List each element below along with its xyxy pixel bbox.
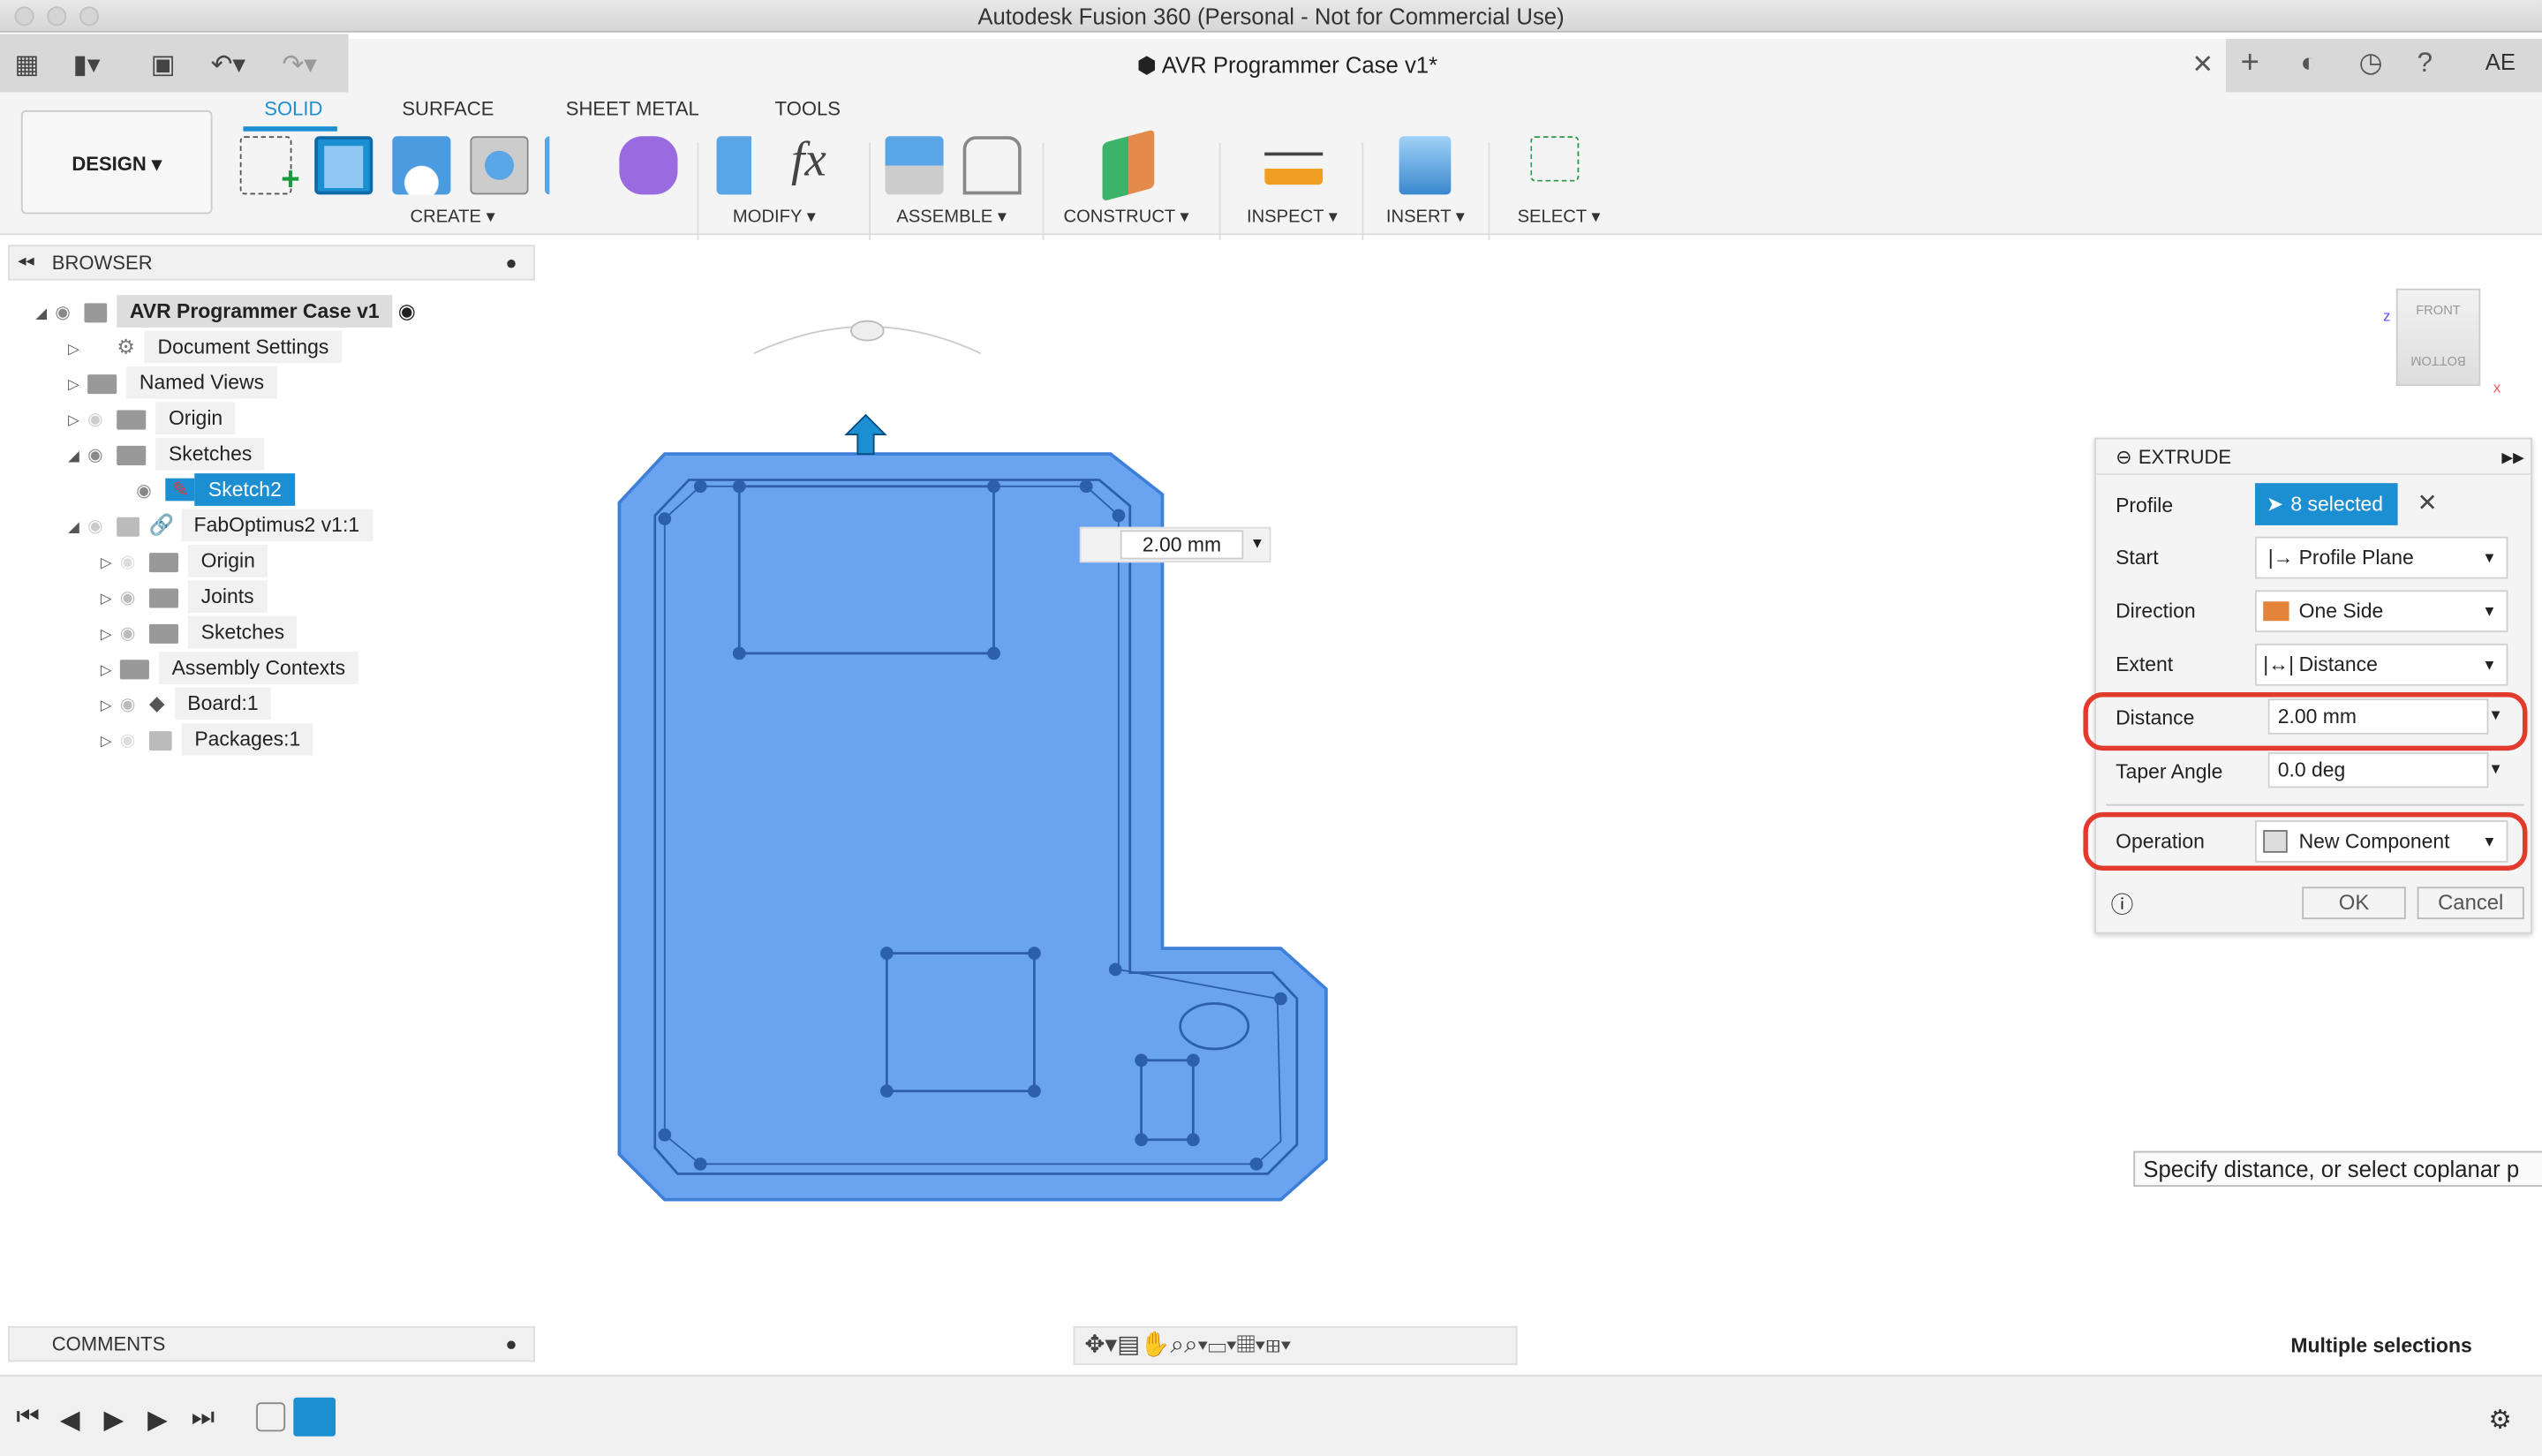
operation-label: Operation xyxy=(2116,830,2205,853)
one-side-icon xyxy=(2263,601,2289,622)
comments-title: COMMENTS xyxy=(51,1332,166,1355)
display-settings-icon[interactable]: ▭▾ xyxy=(1208,1331,1237,1358)
extrude-dialog-header: ⊖ EXTRUDE ▶▶ xyxy=(2096,440,2531,475)
step-back-icon[interactable]: ◀ xyxy=(60,1404,80,1437)
look-at-icon[interactable]: ▤ xyxy=(1117,1331,1140,1358)
axis-x-label: x xyxy=(2493,379,2501,396)
extent-dropdown[interactable]: |↔| Distance ▼ xyxy=(2255,643,2508,686)
rotate-handle xyxy=(850,320,885,342)
profile-label: Profile xyxy=(2116,494,2174,517)
minus-circle-icon[interactable]: ⊖ xyxy=(2116,440,2131,475)
fit-icon[interactable]: ⌕▾ xyxy=(1184,1331,1208,1358)
taper-angle-label: Taper Angle xyxy=(2116,760,2223,783)
distance-input[interactable]: 2.00 mm xyxy=(2267,698,2489,735)
direction-dropdown[interactable]: One Side ▼ xyxy=(2255,590,2508,633)
distance-manipulator-input[interactable]: 2.00 mm ▼ xyxy=(1079,526,1271,563)
timeline-sketch-feature[interactable] xyxy=(256,1402,286,1432)
extrude-profile-body xyxy=(617,452,1328,1202)
clear-selection-icon[interactable]: ✕ xyxy=(2418,488,2438,517)
cursor-icon: ➤ xyxy=(2266,493,2284,516)
axis-z-label: z xyxy=(2383,307,2391,325)
comments-panel-header[interactable]: COMMENTS ● xyxy=(8,1325,535,1362)
distance-value[interactable]: 2.00 mm xyxy=(1120,530,1244,560)
play-icon[interactable]: ▶ xyxy=(104,1404,124,1437)
profile-selection-button[interactable]: ➤ 8 selected xyxy=(2255,483,2398,525)
pan-icon[interactable]: ✋ xyxy=(1140,1331,1170,1358)
chevron-down-icon[interactable]: ▼ xyxy=(1250,535,1264,551)
go-to-end-icon[interactable]: ⏭ xyxy=(192,1404,215,1433)
selection-status: Multiple selections xyxy=(2290,1334,2472,1357)
zoom-icon[interactable]: ⌕ xyxy=(1171,1331,1184,1358)
distance-dropdown-icon[interactable]: ▼ xyxy=(2488,707,2502,723)
expand-dialog-icon[interactable]: ▶▶ xyxy=(2501,440,2523,475)
profile-plane-icon: |→ xyxy=(2267,546,2294,570)
timeline-sketch2-feature[interactable] xyxy=(293,1397,336,1437)
grid-icon[interactable]: ▦▾ xyxy=(1237,1331,1266,1358)
orbit-icon[interactable]: ✥▾ xyxy=(1084,1331,1117,1358)
taper-dropdown-icon[interactable]: ▼ xyxy=(2488,760,2502,776)
comments-add-icon[interactable]: ● xyxy=(505,1328,517,1361)
viewcube[interactable]: FRONT BOTTOM xyxy=(2395,288,2481,386)
tooltip: Specify distance, or select coplanar p xyxy=(2133,1150,2542,1188)
direction-label: Direction xyxy=(2116,600,2196,623)
new-component-icon xyxy=(2263,830,2288,853)
extrude-title: EXTRUDE xyxy=(2138,445,2232,469)
distance-label: Distance xyxy=(2116,706,2195,730)
info-icon[interactable]: ⓘ xyxy=(2111,888,2134,921)
extent-label: Extent xyxy=(2116,653,2174,676)
timeline-bar xyxy=(0,1375,2542,1456)
cancel-button[interactable]: Cancel xyxy=(2417,886,2524,920)
ok-button[interactable]: OK xyxy=(2302,886,2406,920)
extrude-arrow-manipulator xyxy=(844,413,887,456)
operation-dropdown[interactable]: New Component ▼ xyxy=(2255,820,2508,863)
extrude-dialog: ⊖ EXTRUDE ▶▶ Profile ➤ 8 selected ✕ Start… xyxy=(2083,437,2532,934)
timeline-settings-gear-icon[interactable]: ⚙ xyxy=(2488,1404,2511,1437)
distance-icon: |↔| xyxy=(2263,653,2295,676)
step-forward-icon[interactable]: ▶ xyxy=(147,1404,168,1437)
start-dropdown[interactable]: |→ Profile Plane ▼ xyxy=(2255,536,2508,579)
go-to-start-icon[interactable]: ⏮ xyxy=(16,1404,39,1433)
start-label: Start xyxy=(2116,546,2159,570)
viewports-icon[interactable]: ⊞▾ xyxy=(1265,1331,1291,1358)
taper-angle-input[interactable]: 0.0 deg xyxy=(2267,751,2489,788)
navigation-toolbar: ✥▾▤✋⌕⌕▾▭▾▦▾⊞▾ xyxy=(1073,1325,1518,1365)
